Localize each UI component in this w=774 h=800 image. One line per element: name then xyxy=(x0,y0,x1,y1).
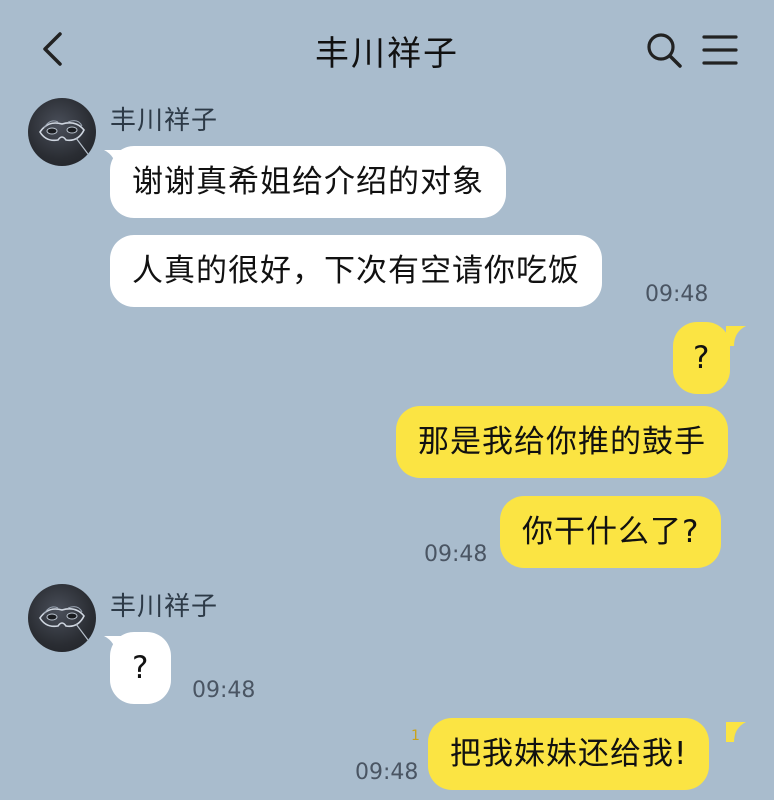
message-bubble-outgoing[interactable]: 把我妹妹还给我! xyxy=(428,718,710,790)
chat-header: 丰川祥子 xyxy=(0,0,774,92)
message-time: 09:48 xyxy=(192,678,256,703)
avatar[interactable] xyxy=(28,98,96,166)
message-bubble-incoming[interactable]: 人真的很好，下次有空请你吃饭 xyxy=(110,235,602,307)
message-time: 09:48 xyxy=(355,760,419,785)
search-icon[interactable] xyxy=(645,31,683,69)
message-time: 09:48 xyxy=(424,542,488,567)
menu-icon[interactable] xyxy=(702,34,738,66)
message-bubble-outgoing[interactable]: ? xyxy=(673,322,731,394)
message-time: 09:48 xyxy=(645,282,709,307)
mask-avatar-icon xyxy=(39,606,89,641)
bubble-tail xyxy=(726,722,746,742)
avatar[interactable] xyxy=(28,584,96,652)
message-bubble-incoming[interactable]: 谢谢真希姐给介绍的对象 xyxy=(110,146,506,218)
sender-name: 丰川祥子 xyxy=(110,592,219,622)
read-receipt: 1 xyxy=(411,728,420,744)
message-bubble-outgoing[interactable]: 你干什么了? xyxy=(500,496,722,568)
message-bubble-incoming[interactable]: ? xyxy=(110,632,172,704)
sender-name: 丰川祥子 xyxy=(110,106,219,136)
mask-avatar-icon xyxy=(39,120,89,155)
message-bubble-outgoing[interactable]: 那是我给你推的鼓手 xyxy=(396,406,728,478)
